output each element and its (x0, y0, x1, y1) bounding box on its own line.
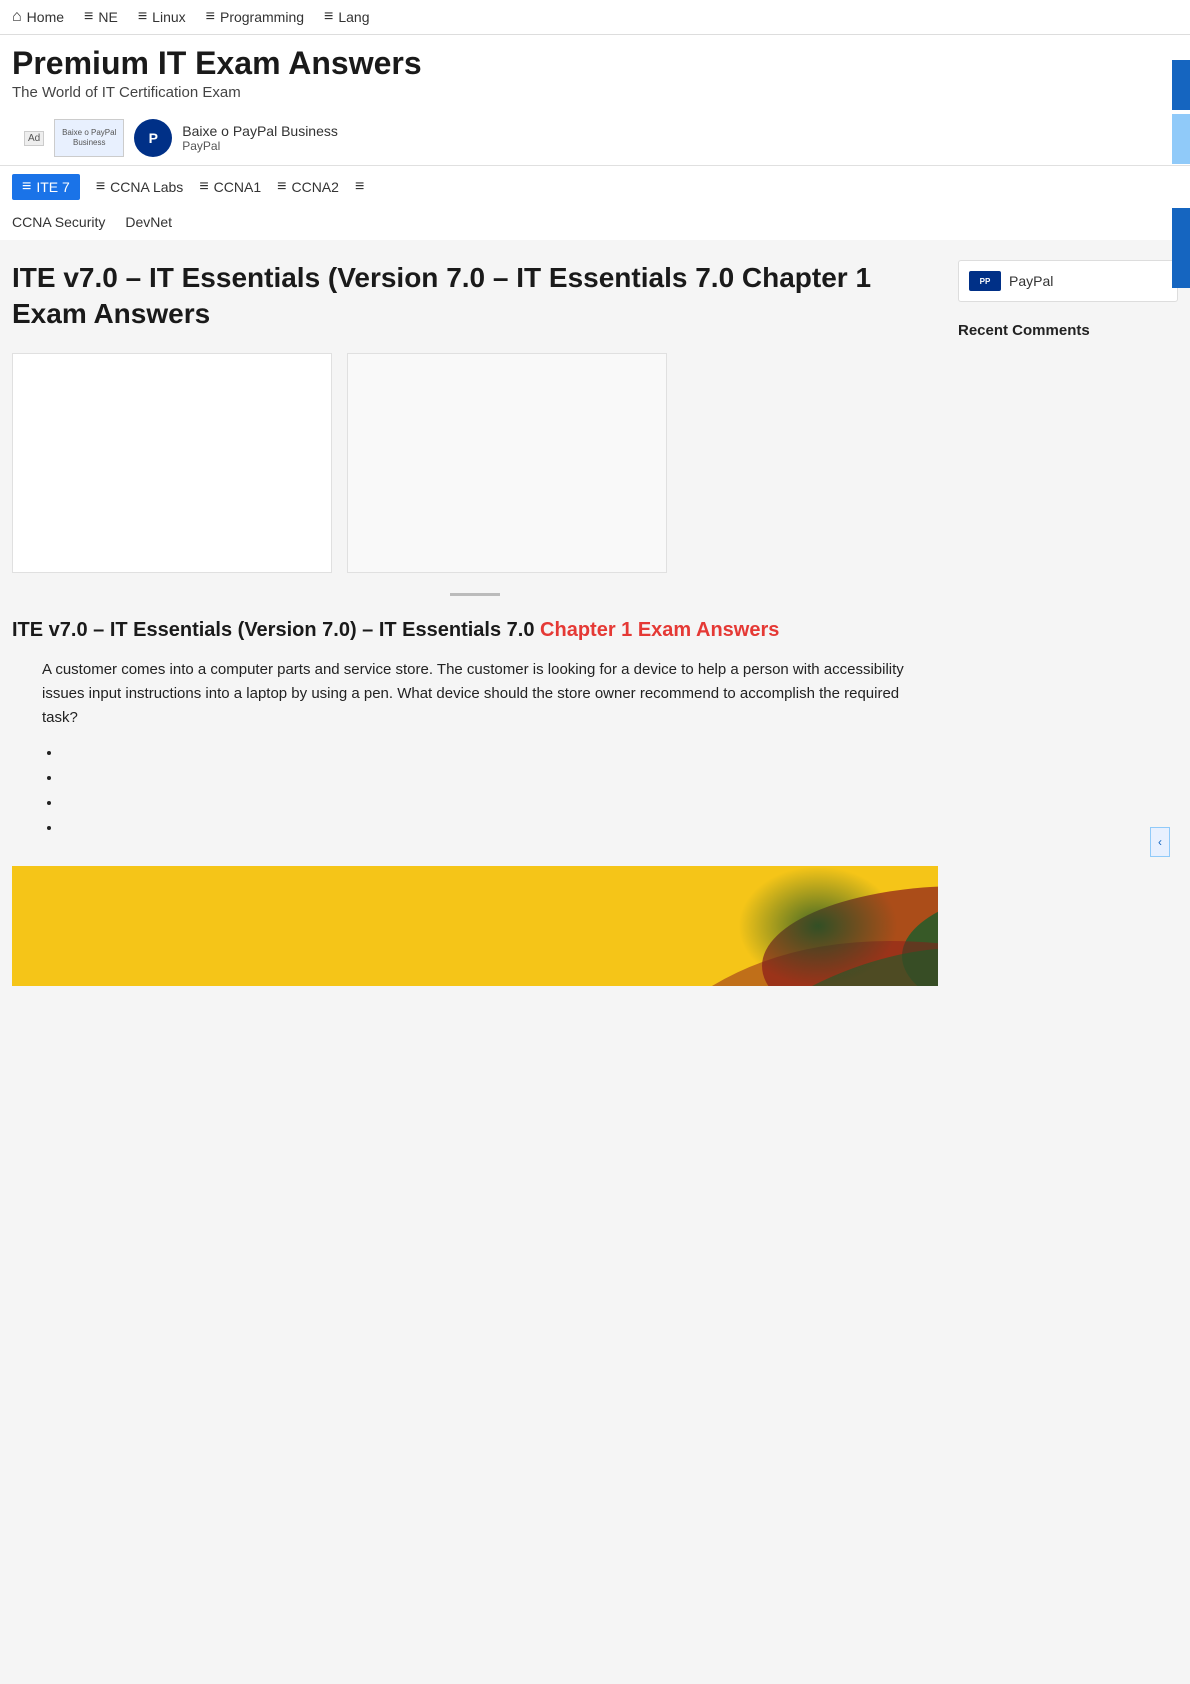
home-icon: ⌂ (12, 8, 22, 26)
nav-lang[interactable]: ≡ Lang (324, 8, 370, 26)
nav-ccna2[interactable]: ≡ CCNA2 (277, 178, 339, 196)
accent-light-blue (1172, 114, 1190, 164)
section-divider (450, 593, 500, 596)
content-area: ITE v7.0 – IT Essentials (Version 7.0 – … (12, 260, 938, 986)
list-item (62, 769, 938, 786)
accent-blue-bottom (1172, 208, 1190, 288)
nav-devnet-label: DevNet (125, 214, 172, 230)
nav-ccna1-label: CCNA1 (214, 179, 261, 195)
article-subtitle-highlight: Chapter 1 Exam Answers (540, 619, 779, 641)
nav-ite7[interactable]: ≡ ITE 7 (12, 174, 80, 200)
nav-ccna2-label: CCNA2 (291, 179, 338, 195)
main-container: ITE v7.0 – IT Essentials (Version 7.0 – … (0, 240, 1190, 1006)
article-subtitle-plain: ITE v7.0 – IT Essentials (Version 7.0) –… (12, 619, 540, 641)
answer-list (62, 744, 938, 836)
content-image-placeholder (12, 353, 332, 573)
site-subtitle: The World of IT Certification Exam (12, 84, 1178, 101)
paypal-icon: PP (969, 271, 1001, 291)
menu-icon-ccnalabs: ≡ (96, 178, 105, 196)
content-block (12, 353, 938, 573)
article-subtitle: ITE v7.0 – IT Essentials (Version 7.0) –… (12, 616, 938, 644)
nav-programming[interactable]: ≡ Programming (206, 8, 304, 26)
nav-ne[interactable]: ≡ NE (84, 8, 118, 26)
nav-more[interactable]: ≡ (355, 178, 364, 196)
ad-title: Baixe o PayPal Business (182, 123, 338, 139)
collapse-arrow[interactable]: ‹ (1150, 827, 1170, 857)
sidebar-paypal[interactable]: PP PayPal (958, 260, 1178, 302)
nav-home[interactable]: ⌂ Home (12, 8, 64, 26)
ad-bar: Ad Baixe o PayPal Business P Baixe o Pay… (12, 111, 1178, 165)
menu-icon-ne: ≡ (84, 8, 93, 26)
sidebar: PP PayPal Recent Comments (958, 260, 1178, 986)
menu-icon-ccna2: ≡ (277, 178, 286, 196)
nav-linux-label: Linux (152, 9, 185, 25)
nav-programming-label: Programming (220, 9, 304, 25)
content-right-placeholder (347, 353, 667, 573)
nav-ne-label: NE (98, 9, 117, 25)
ad-sub: PayPal (182, 139, 338, 153)
chevron-left-icon: ‹ (1158, 835, 1162, 849)
right-accent-bar (1172, 60, 1190, 288)
nav-devnet[interactable]: DevNet (125, 214, 172, 230)
ad-logo-text: Baixe o PayPal Business (55, 128, 123, 147)
sidebar-paypal-label: PayPal (1009, 273, 1053, 289)
list-item (62, 794, 938, 811)
nav-lang-label: Lang (338, 9, 369, 25)
article-question: A customer comes into a computer parts a… (42, 658, 938, 730)
list-item (62, 819, 938, 836)
ad-logo: Baixe o PayPal Business (54, 119, 124, 157)
menu-icon-programming: ≡ (206, 8, 215, 26)
ad-text-block: Baixe o PayPal Business PayPal (182, 123, 338, 153)
sidebar-recent-comments-title: Recent Comments (958, 322, 1178, 339)
nav-linux[interactable]: ≡ Linux (138, 8, 186, 26)
menu-icon-ccna1: ≡ (199, 178, 208, 196)
nav-ccnalabs[interactable]: ≡ CCNA Labs (96, 178, 184, 196)
nav-ccnalabs-label: CCNA Labs (110, 179, 183, 195)
accent-blue-top (1172, 60, 1190, 110)
paypal-circle-icon: P (134, 119, 172, 157)
site-title: Premium IT Exam Answers (12, 45, 1178, 82)
nav-ccnasecurity[interactable]: CCNA Security (12, 214, 105, 230)
bottom-banner (12, 866, 938, 986)
article-section: ITE v7.0 – IT Essentials (Version 7.0) –… (12, 616, 938, 836)
site-header: Premium IT Exam Answers The World of IT … (0, 35, 1190, 165)
menu-icon-ite7: ≡ (22, 178, 31, 196)
nav-ccna1[interactable]: ≡ CCNA1 (199, 178, 261, 196)
page-title: ITE v7.0 – IT Essentials (Version 7.0 – … (12, 260, 938, 333)
nav-ite7-label: ITE 7 (36, 179, 69, 195)
banner-svg (12, 866, 938, 986)
menu-icon-more: ≡ (355, 178, 364, 196)
nav-home-label: Home (27, 9, 64, 25)
nav-ccnasecurity-label: CCNA Security (12, 214, 105, 230)
menu-icon-linux: ≡ (138, 8, 147, 26)
ad-badge: Ad (24, 131, 44, 146)
list-item (62, 744, 938, 761)
menu-icon-lang: ≡ (324, 8, 333, 26)
secondary-nav: ≡ ITE 7 ≡ CCNA Labs ≡ CCNA1 ≡ CCNA2 ≡ CC… (0, 165, 1190, 240)
top-nav: ⌂ Home ≡ NE ≡ Linux ≡ Programming ≡ Lang (0, 0, 1190, 35)
